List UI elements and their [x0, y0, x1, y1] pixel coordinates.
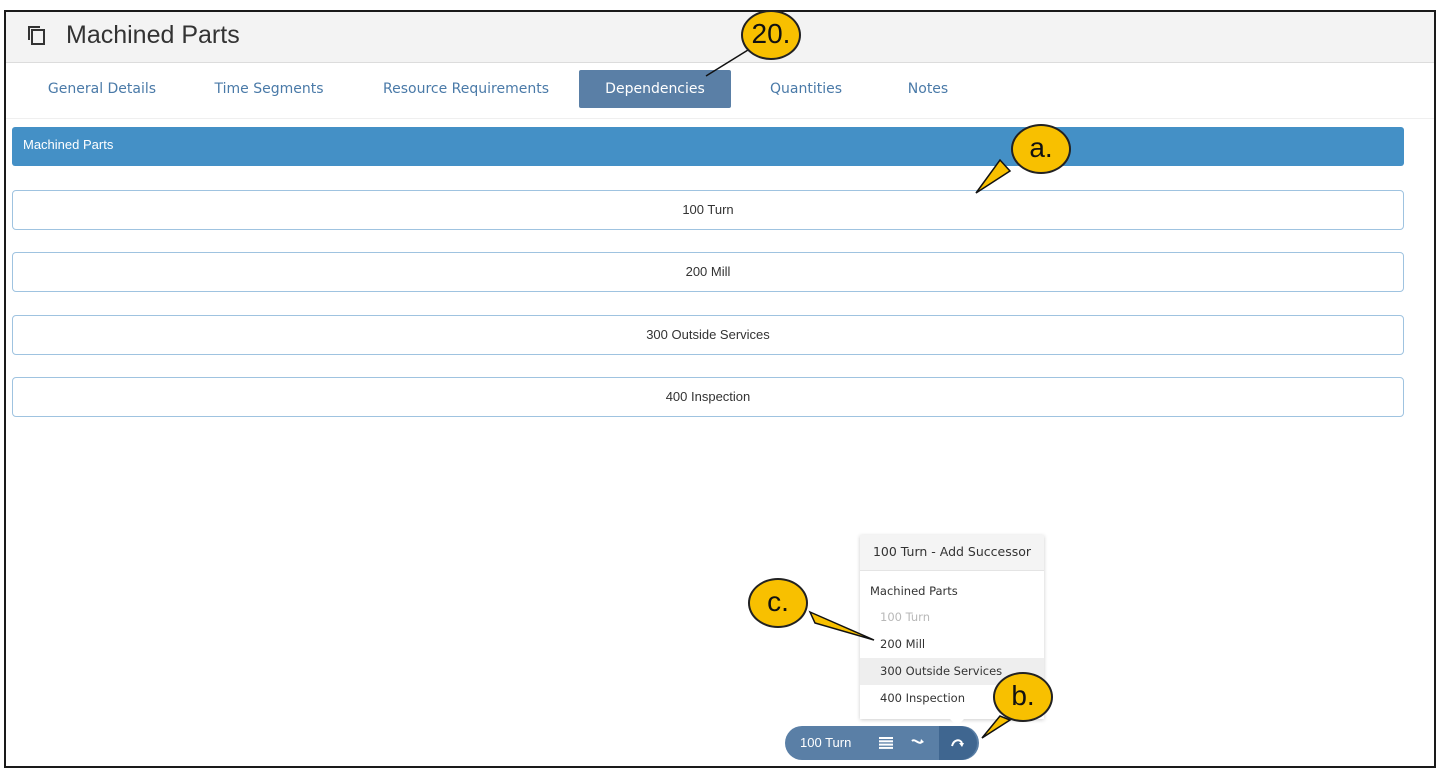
callout-step-20: 20.: [741, 10, 801, 60]
callout-c: c.: [748, 578, 808, 628]
tab-time-segments[interactable]: Time Segments: [209, 70, 329, 108]
callout-a: a.: [1011, 124, 1071, 174]
copy-icon: [28, 26, 45, 45]
operation-100-turn[interactable]: 100 Turn: [12, 190, 1404, 230]
operation-400-inspection[interactable]: 400 Inspection: [12, 377, 1404, 417]
tab-quantities[interactable]: Quantities: [761, 70, 851, 108]
tab-general-details[interactable]: General Details: [42, 70, 162, 108]
predecessor-arrow-icon[interactable]: [903, 726, 933, 760]
popup-arrow: [950, 719, 964, 726]
popup-group-label: Machined Parts: [870, 584, 958, 598]
operation-200-mill[interactable]: 200 Mill: [12, 252, 1404, 292]
tab-notes[interactable]: Notes: [893, 70, 963, 108]
section-header: Machined Parts: [12, 127, 1404, 166]
operation-300-outside-services[interactable]: 300 Outside Services: [12, 315, 1404, 355]
popup-title: 100 Turn - Add Successor: [860, 535, 1044, 571]
list-icon[interactable]: [871, 726, 901, 760]
operation-toolbar: 100 Turn: [785, 726, 979, 760]
title-bar: Machined Parts: [6, 12, 1434, 63]
popup-option-100-turn: 100 Turn: [880, 610, 930, 624]
tab-resource-requirements[interactable]: Resource Requirements: [376, 70, 556, 108]
callout-b: b.: [993, 672, 1053, 722]
app-window: Machined Parts General Details Time Segm…: [4, 10, 1436, 768]
popup-option-200-mill[interactable]: 200 Mill: [860, 631, 1044, 658]
page-title: Machined Parts: [66, 21, 240, 49]
tab-dependencies[interactable]: Dependencies: [579, 70, 731, 108]
toolbar-label: 100 Turn: [800, 735, 852, 750]
tab-bar: General Details Time Segments Resource R…: [6, 70, 1434, 119]
successor-arrow-icon[interactable]: [939, 726, 977, 760]
